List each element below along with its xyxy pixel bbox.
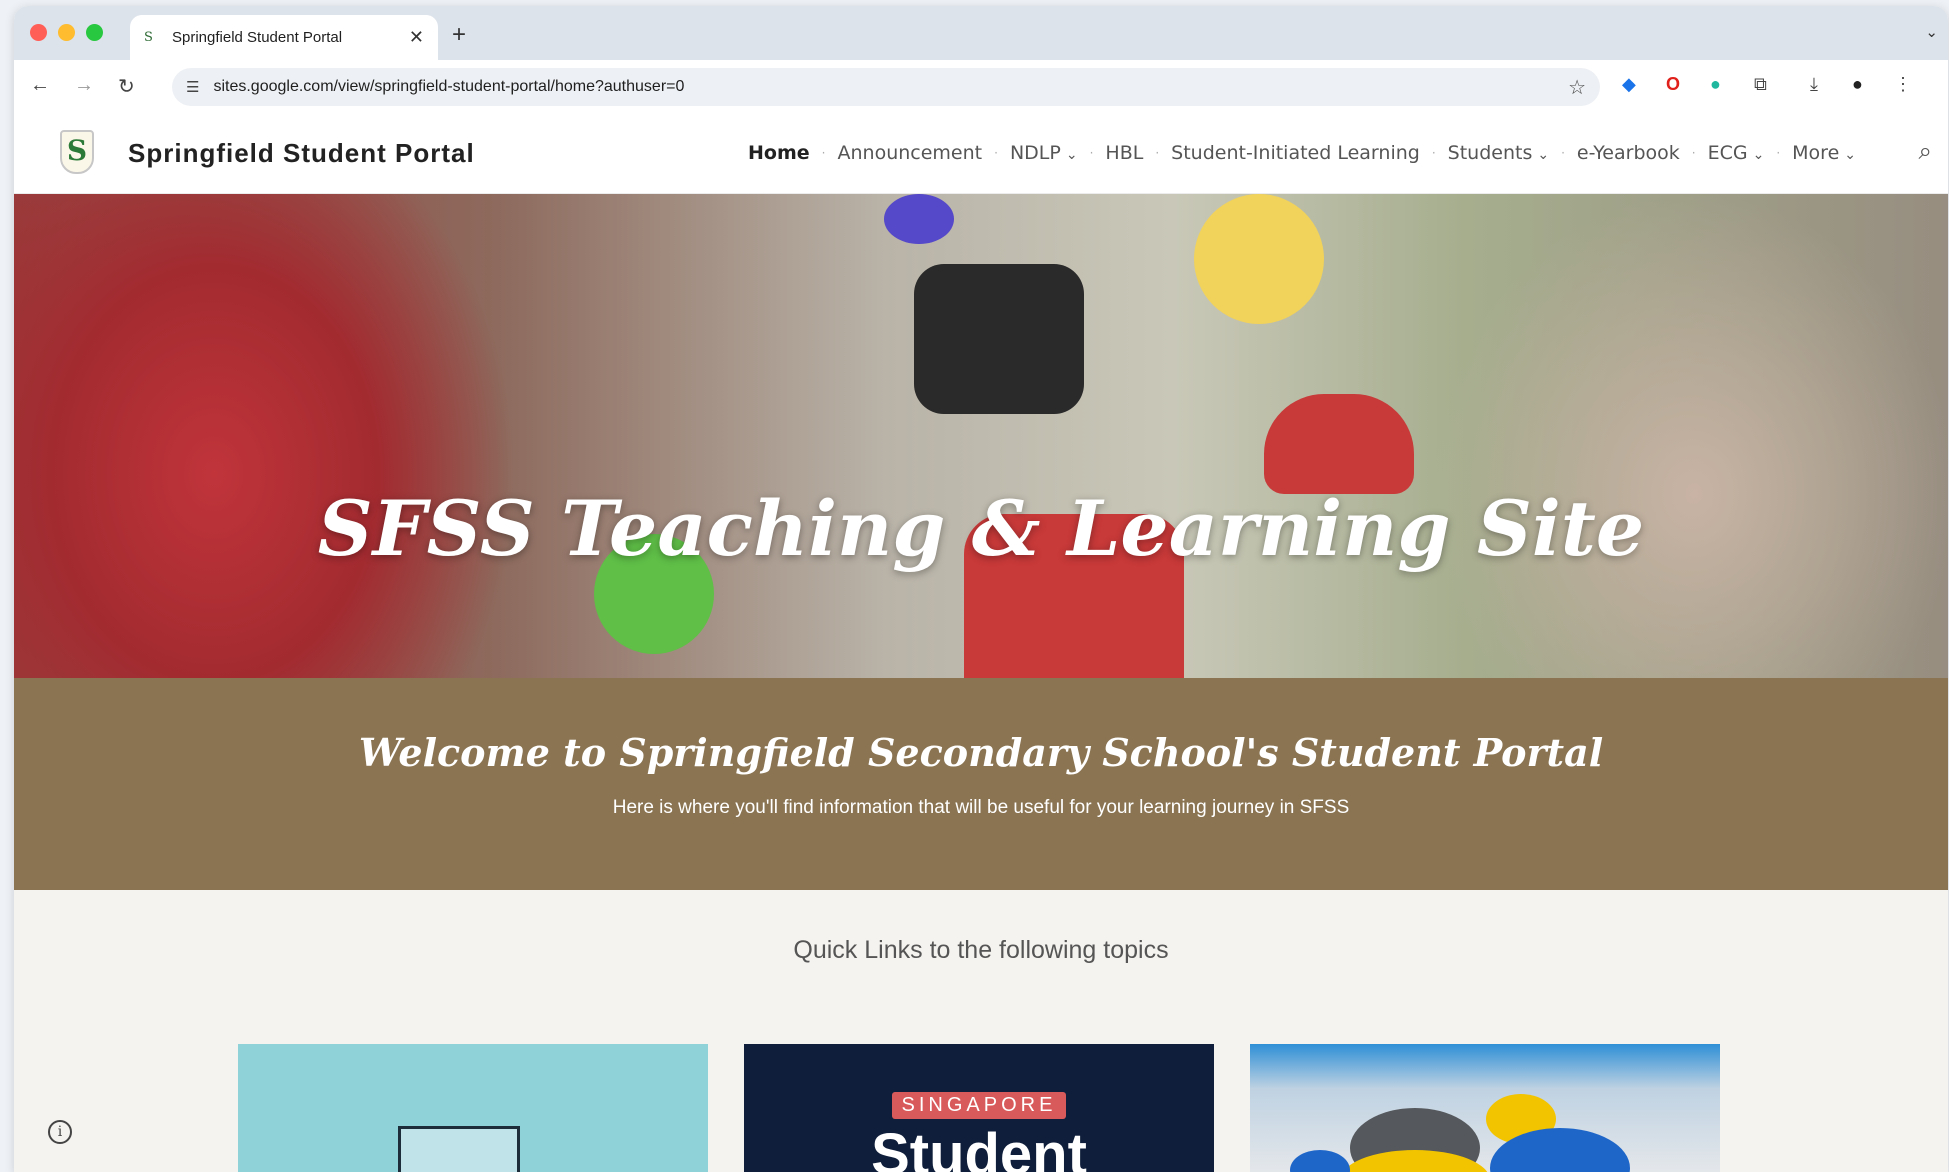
nav-item-label: Home [748,142,810,164]
maximize-window-button[interactable] [86,24,103,41]
site-header: S Springfield Student Portal Home · Announ… [14,114,1948,194]
forward-icon[interactable]: → [74,74,94,97]
tab-strip: S Springfield Student Portal ✕ + ⌄ [14,6,1948,60]
quick-link-card-2[interactable]: SINGAPORE Student [744,1044,1214,1172]
nav-item-label: NDLP [1009,142,1061,164]
nav-item-announcement[interactable]: Announcement [826,142,995,164]
info-icon[interactable]: i [48,1120,72,1144]
nav-item-label: HBL [1105,142,1144,164]
tab-close-button[interactable]: ✕ [409,27,424,48]
nav-item-hbl[interactable]: HBL [1093,142,1155,164]
new-tab-button[interactable]: + [452,21,466,49]
magnet-image [1264,394,1414,494]
profile-avatar-icon[interactable]: ● [1852,74,1863,95]
card-tag: SINGAPORE [891,1092,1067,1119]
quick-link-card-3[interactable] [1250,1044,1720,1172]
back-icon[interactable]: ← [30,74,50,97]
quick-links-heading: Quick Links to the following topics [793,936,1169,964]
nav-item-label: Announcement [837,142,983,164]
nav-item-label: More [1792,142,1840,164]
close-window-button[interactable] [30,24,47,41]
tab-search-chevron-icon[interactable]: ⌄ [1925,23,1938,41]
nav-item-label: ECG [1707,142,1748,164]
download-icon[interactable]: ⤓ [1810,74,1818,95]
search-icon[interactable]: ⌕ [1919,138,1932,166]
laptop-illustration [398,1126,520,1172]
chevron-down-icon[interactable]: ⌄ [1844,147,1856,163]
address-bar[interactable]: ☰ sites.google.com/view/springfield-stud… [172,68,1600,106]
opera-extension-icon[interactable]: O [1666,74,1680,95]
hero-title: SFSS Teaching & Learning Site [317,484,1645,573]
chevron-down-icon[interactable]: ⌄ [1066,147,1078,163]
lightbulb-image [1194,194,1324,324]
browser-tab[interactable]: S Springfield Student Portal ✕ [130,15,438,60]
welcome-subtitle: Here is where you'll find information th… [612,797,1350,818]
atom-image [884,194,954,244]
tab-title: Springfield Student Portal [172,29,343,46]
chevron-down-icon[interactable]: ⌄ [1537,147,1549,163]
hero-banner: SFSS Teaching & Learning Site [14,194,1948,678]
site-navigation: Home · Announcement · NDLP ⌄ · HBL · Student-Init… [736,142,1868,164]
quick-links-section: Quick Links to the following topics SING… [14,890,1948,1172]
extension-circle-icon[interactable]: ● [1710,74,1721,95]
welcome-title: Welcome to Springfield Secondary School'… [358,730,1604,775]
site-favicon-icon: S [144,30,153,45]
nav-item-label: Student-Initiated Learning [1171,142,1420,164]
card-heading: Student [871,1122,1087,1172]
chevron-down-icon[interactable]: ⌄ [1753,147,1765,163]
nav-item-students[interactable]: Students ⌄ [1436,142,1561,164]
tune-icon[interactable]: ☰ [186,78,199,96]
nav-item-e-yearbook[interactable]: e-Yearbook [1565,142,1692,164]
reload-icon[interactable]: ↻ [118,74,135,99]
browser-toolbar: ← → ↻ ☰ sites.google.com/view/springfiel… [14,60,1948,114]
nav-item-student-initiated-learning[interactable]: Student-Initiated Learning [1159,142,1432,164]
quick-link-card-1[interactable] [238,1044,708,1172]
minimize-window-button[interactable] [58,24,75,41]
school-logo-icon[interactable]: S [60,130,94,174]
extension-diamond-icon[interactable]: ◆ [1622,74,1636,95]
browser-window: S Springfield Student Portal ✕ + ⌄ ← → ↻… [14,6,1948,1172]
browser-menu-icon[interactable]: ⋮ [1894,74,1912,95]
welcome-section: Welcome to Springfield Secondary School'… [14,678,1948,890]
extensions-puzzle-icon[interactable]: ⧉ [1754,74,1767,95]
vr-headset-image [914,264,1084,414]
window-controls [30,24,103,41]
nav-item-home[interactable]: Home [736,142,822,164]
url-text[interactable]: sites.google.com/view/springfield-studen… [213,78,1568,96]
gear-icon [1290,1150,1350,1172]
star-icon[interactable]: ☆ [1568,75,1586,100]
nav-item-label: Students [1447,142,1533,164]
site-title[interactable]: Springfield Student Portal [128,138,475,169]
nav-item-ndlp[interactable]: NDLP ⌄ [998,142,1090,164]
nav-item-more[interactable]: More ⌄ [1780,142,1868,164]
nav-item-ecg[interactable]: ECG ⌄ [1696,142,1777,164]
nav-item-label: e-Yearbook [1576,142,1680,164]
